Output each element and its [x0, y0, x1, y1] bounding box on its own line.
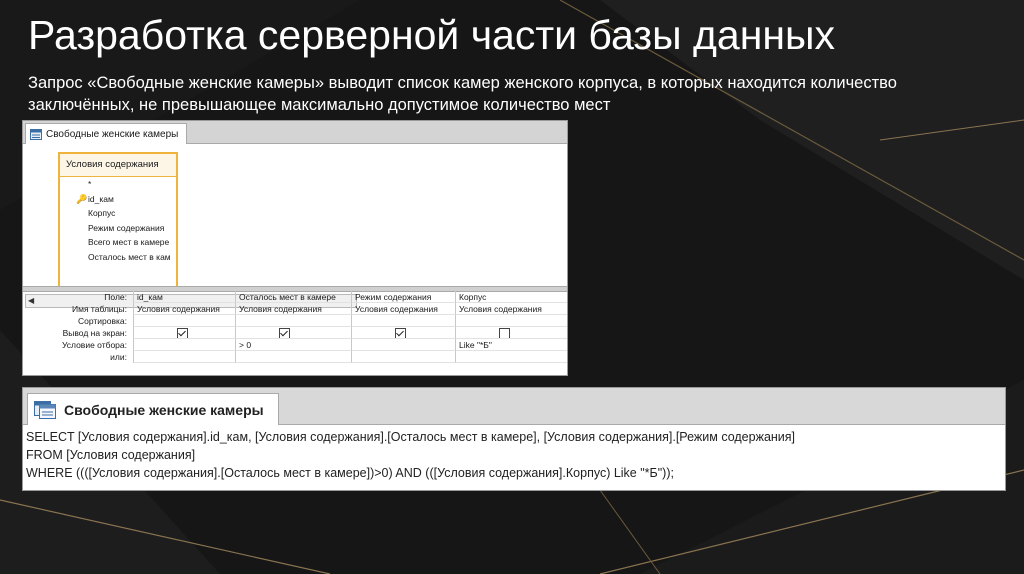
sql-line: FROM [Условия содержания]: [26, 448, 196, 462]
grid-cell[interactable]: Условия содержания: [455, 303, 567, 315]
grid-cell[interactable]: Like "*Б": [455, 339, 567, 351]
table-field[interactable]: Всего мест в камере: [60, 235, 176, 250]
sql-line: SELECT [Условия содержания].id_кам, [Усл…: [26, 430, 796, 444]
show-checkbox[interactable]: [279, 328, 290, 338]
grid-cell[interactable]: [455, 315, 567, 327]
grid-cell[interactable]: [351, 351, 455, 363]
query-icon: [30, 128, 42, 140]
grid-row-field: Поле: id_кам Осталось мест в камере Режи…: [23, 291, 567, 303]
grid-row-sort: Сортировка:: [23, 315, 567, 327]
grid-row-criteria: Условие отбора: > 0 Like "*Б": [23, 339, 567, 351]
query-designer-tab[interactable]: Свободные женские камеры: [25, 123, 188, 144]
grid-cell[interactable]: > 0: [235, 339, 351, 351]
grid-cell[interactable]: [351, 315, 455, 327]
grid-row-table: Имя таблицы: Условия содержания Условия …: [23, 303, 567, 315]
query-grid: Поле: id_кам Осталось мест в камере Режи…: [23, 291, 567, 363]
sql-editor[interactable]: SELECT [Условия содержания].id_кам, [Усл…: [26, 428, 1002, 482]
grid-cell[interactable]: [235, 351, 351, 363]
grid-row-or: или:: [23, 351, 567, 363]
grid-cell[interactable]: Осталось мест в камере: [235, 291, 351, 303]
grid-cell[interactable]: Условия содержания: [351, 303, 455, 315]
grid-row-show: Вывод на экран:: [23, 327, 567, 339]
query-designer-tab-label: Свободные женские камеры: [46, 128, 179, 140]
sql-view-tab-label: Свободные женские камеры: [64, 401, 264, 418]
sql-view-window: Свободные женские камеры SELECT [Условия…: [22, 387, 1006, 491]
grid-cell[interactable]: [133, 339, 235, 351]
show-checkbox[interactable]: [499, 328, 510, 338]
sql-line: WHERE ((([Условия содержания].[Осталось …: [26, 466, 674, 480]
query-designer-window: Свободные женские камеры Условия содержа…: [22, 120, 568, 376]
table-field[interactable]: Осталось мест в кам: [60, 250, 176, 265]
sql-view-tab[interactable]: Свободные женские камеры: [27, 393, 279, 425]
table-field[interactable]: *: [60, 177, 176, 192]
slide-title: Разработка серверной части базы данных: [28, 12, 835, 58]
table-field[interactable]: 🔑 id_кам: [60, 192, 176, 207]
grid-cell[interactable]: Режим содержания: [351, 291, 455, 303]
table-box-title: Условия содержания: [60, 154, 176, 177]
grid-cell[interactable]: [133, 315, 235, 327]
table-box[interactable]: Условия содержания * 🔑 id_кам Корпус Режи…: [58, 152, 178, 292]
grid-cell[interactable]: [351, 339, 455, 351]
show-checkbox[interactable]: [395, 328, 406, 338]
table-field[interactable]: Корпус: [60, 206, 176, 221]
query-icon: [34, 400, 56, 419]
grid-cell[interactable]: Условия содержания: [133, 303, 235, 315]
grid-cell[interactable]: Условия содержания: [235, 303, 351, 315]
query-designer-tabbar: Свободные женские камеры: [23, 121, 567, 144]
table-field[interactable]: Режим содержания: [60, 221, 176, 236]
grid-cell[interactable]: id_кам: [133, 291, 235, 303]
key-icon: 🔑: [76, 193, 88, 204]
table-pane: Условия содержания * 🔑 id_кам Корпус Режи…: [23, 144, 567, 308]
grid-cell[interactable]: [133, 351, 235, 363]
sql-view-tabbar: Свободные женские камеры: [23, 388, 1005, 425]
slide-subtitle: Запрос «Свободные женские камеры» выводи…: [28, 74, 897, 114]
grid-cell[interactable]: [455, 351, 567, 363]
show-checkbox[interactable]: [177, 328, 188, 338]
grid-cell[interactable]: Корпус: [455, 291, 567, 303]
grid-cell[interactable]: [235, 315, 351, 327]
